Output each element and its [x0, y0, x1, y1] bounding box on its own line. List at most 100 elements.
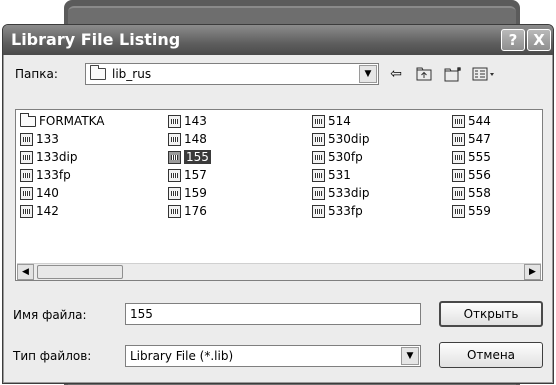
- library-file-icon: [312, 132, 325, 146]
- file-item[interactable]: 530dip: [312, 131, 369, 147]
- cancel-button[interactable]: Отмена: [439, 342, 543, 368]
- file-name: 531: [328, 168, 351, 182]
- new-folder-icon[interactable]: [443, 65, 465, 83]
- file-item[interactable]: 533fp: [312, 203, 363, 219]
- file-item[interactable]: 547: [452, 131, 491, 147]
- library-file-dialog: Library File Listing ? X Папка: lib_rus …: [2, 24, 554, 384]
- file-name: 558: [468, 186, 491, 200]
- folder-icon: [20, 112, 36, 127]
- back-arrow-icon[interactable]: ⇦: [387, 65, 405, 83]
- chevron-down-icon[interactable]: ▼: [401, 347, 419, 365]
- file-name: 547: [468, 132, 491, 146]
- help-icon: ?: [508, 31, 518, 49]
- library-file-icon: [20, 186, 33, 200]
- current-folder: lib_rus: [112, 67, 152, 81]
- filename-label: Имя файла:: [13, 308, 87, 322]
- file-item[interactable]: 155: [168, 149, 211, 165]
- library-file-icon: [20, 168, 33, 182]
- file-name: 530dip: [328, 132, 370, 146]
- view-menu-icon[interactable]: [471, 65, 497, 83]
- file-item[interactable]: 159: [168, 185, 207, 201]
- up-folder-icon[interactable]: [415, 65, 433, 83]
- file-name: 148: [184, 132, 207, 146]
- filename-input[interactable]: [125, 303, 421, 325]
- folder-item[interactable]: FORMATKA: [20, 112, 105, 129]
- file-item[interactable]: 133fp: [20, 167, 71, 183]
- scroll-left-icon[interactable]: ◀: [17, 264, 34, 280]
- library-file-icon: [168, 204, 181, 218]
- library-file-icon: [452, 186, 465, 200]
- library-file-icon: [168, 150, 181, 164]
- file-item[interactable]: 558: [452, 185, 491, 201]
- file-item[interactable]: 530fp: [312, 149, 363, 165]
- folder-icon: [90, 65, 106, 80]
- folder-label: Папка:: [15, 67, 58, 81]
- file-name: 176: [184, 204, 207, 218]
- file-item[interactable]: 531: [312, 167, 351, 183]
- scroll-thumb[interactable]: [37, 265, 123, 279]
- file-name: 544: [468, 114, 491, 128]
- library-file-icon: [452, 150, 465, 164]
- file-item[interactable]: 157: [168, 167, 207, 183]
- file-name: 533fp: [328, 204, 363, 218]
- file-name: 555: [468, 150, 491, 164]
- open-button[interactable]: Открыть: [439, 301, 543, 327]
- horizontal-scrollbar[interactable]: ◀ ▶: [17, 263, 541, 280]
- file-name: 533dip: [328, 186, 370, 200]
- file-name: 159: [184, 186, 207, 200]
- file-item[interactable]: 556: [452, 167, 491, 183]
- library-file-icon: [168, 132, 181, 146]
- library-file-icon: [452, 204, 465, 218]
- file-item[interactable]: 533dip: [312, 185, 369, 201]
- file-name: 143: [184, 114, 207, 128]
- library-file-icon: [312, 150, 325, 164]
- file-name: 133dip: [36, 150, 78, 164]
- dialog-title: Library File Listing: [11, 30, 181, 49]
- file-name: 142: [36, 204, 59, 218]
- library-file-icon: [168, 168, 181, 182]
- file-name: 514: [328, 114, 351, 128]
- file-item[interactable]: 559: [452, 203, 491, 219]
- library-file-icon: [452, 114, 465, 128]
- library-file-icon: [20, 150, 33, 164]
- file-item[interactable]: 133dip: [20, 149, 77, 165]
- library-file-icon: [312, 204, 325, 218]
- file-name: 155: [184, 150, 211, 164]
- filetype-label: Тип файлов:: [13, 349, 92, 363]
- file-name: FORMATKA: [39, 114, 105, 128]
- library-file-icon: [452, 168, 465, 182]
- close-icon: X: [533, 31, 545, 49]
- library-file-icon: [20, 204, 33, 218]
- file-name: 133: [36, 132, 59, 146]
- file-item[interactable]: 555: [452, 149, 491, 165]
- file-item[interactable]: 133: [20, 131, 59, 147]
- file-item[interactable]: 148: [168, 131, 207, 147]
- file-item[interactable]: 140: [20, 185, 59, 201]
- file-item[interactable]: 143: [168, 113, 207, 129]
- file-item[interactable]: 514: [312, 113, 351, 129]
- file-name: 133fp: [36, 168, 71, 182]
- filetype-selected: Library File (*.lib): [130, 349, 234, 363]
- file-name: 559: [468, 204, 491, 218]
- library-file-icon: [312, 168, 325, 182]
- library-file-icon: [168, 186, 181, 200]
- chevron-down-icon[interactable]: ▼: [359, 65, 377, 83]
- library-file-icon: [20, 132, 33, 146]
- library-file-icon: [312, 114, 325, 128]
- file-item[interactable]: 176: [168, 203, 207, 219]
- file-name: 157: [184, 168, 207, 182]
- file-list[interactable]: FORMATKA 133 133dip 133fp 140 142 143 148 155 157…: [15, 109, 543, 281]
- scroll-right-icon[interactable]: ▶: [524, 264, 541, 280]
- filetype-select[interactable]: Library File (*.lib) ▼: [125, 345, 421, 367]
- title-bar[interactable]: Library File Listing ? X: [3, 25, 553, 55]
- file-name: 140: [36, 186, 59, 200]
- library-file-icon: [452, 132, 465, 146]
- file-item[interactable]: 544: [452, 113, 491, 129]
- help-button[interactable]: ?: [501, 29, 525, 51]
- close-button[interactable]: X: [527, 29, 551, 51]
- file-item[interactable]: 142: [20, 203, 59, 219]
- folder-combo[interactable]: lib_rus ▼: [85, 63, 379, 85]
- library-file-icon: [312, 186, 325, 200]
- file-name: 530fp: [328, 150, 363, 164]
- library-file-icon: [168, 114, 181, 128]
